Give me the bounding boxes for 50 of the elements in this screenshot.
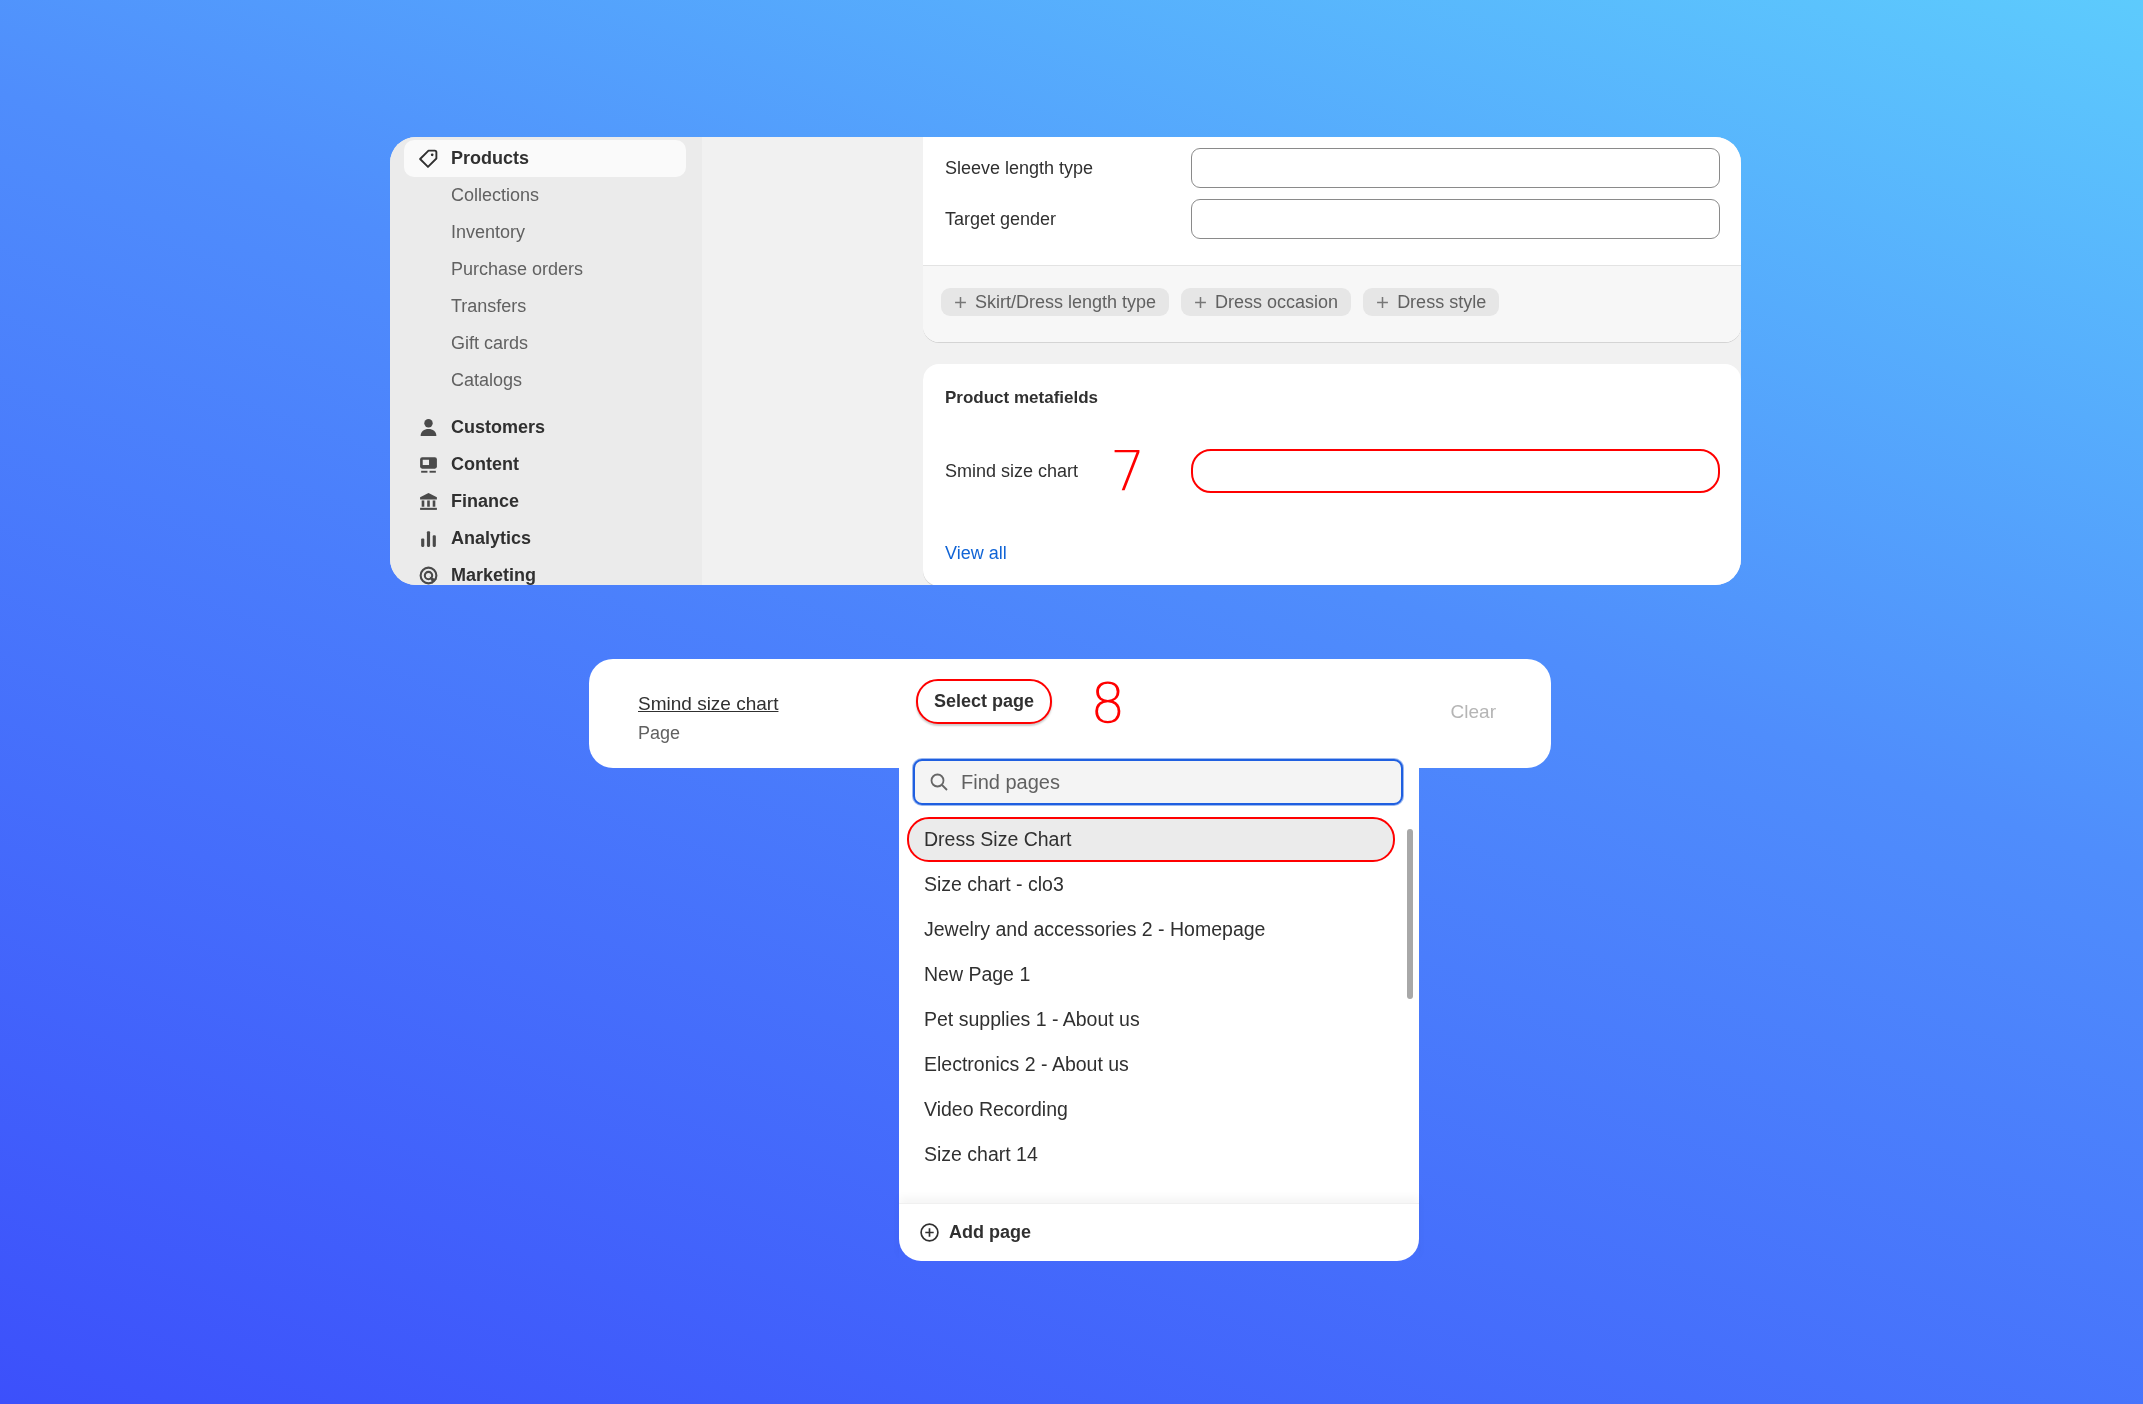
add-attribute-button[interactable]: Dress style	[1363, 288, 1500, 316]
annotation-number: 8	[1090, 675, 1126, 731]
page-option[interactable]: Video Recording	[907, 1087, 1395, 1132]
monitor-icon	[418, 454, 439, 475]
person-icon	[418, 417, 439, 438]
search-icon	[929, 772, 949, 792]
card-title: Product metafields	[945, 388, 1100, 408]
page-option[interactable]: Size chart 14	[907, 1132, 1395, 1177]
nav-item[interactable]: Customers	[404, 409, 686, 446]
metafield-name[interactable]: Smind size chart	[638, 693, 916, 715]
nav-subitem[interactable]: Purchase orders	[390, 251, 702, 288]
nav-item[interactable]: Marketing	[404, 557, 686, 585]
add-attribute-button[interactable]: Skirt/Dress length type	[941, 288, 1170, 316]
field-label: Target gender	[945, 208, 1058, 230]
scrollbar-thumb[interactable]	[1407, 829, 1413, 999]
nav-subitem[interactable]: Inventory	[390, 214, 702, 251]
plus-icon	[954, 295, 967, 309]
nav-subitem[interactable]: Transfers	[390, 288, 702, 325]
nav-item[interactable]: Finance	[404, 483, 686, 520]
bar-chart-icon	[418, 528, 439, 549]
annotation-number: 7	[1110, 443, 1147, 499]
field-label: Smind size chart	[945, 460, 1080, 482]
input-field[interactable]	[1191, 199, 1720, 239]
bank-icon	[418, 491, 439, 512]
metafield-type: Page	[638, 723, 682, 744]
target-icon	[418, 565, 439, 585]
search-field[interactable]: Find pages	[913, 759, 1403, 805]
nav-item[interactable]: Products	[404, 140, 686, 177]
page-option[interactable]: New Page 1	[907, 952, 1395, 997]
tag-icon	[418, 148, 439, 169]
nav-subitem[interactable]: Catalogs	[390, 362, 702, 399]
nav-item[interactable]: Content	[404, 446, 686, 483]
input-field[interactable]	[1191, 449, 1720, 493]
view-all-link[interactable]: View all	[945, 543, 1007, 564]
plus-icon	[1194, 295, 1208, 309]
nav-subitem[interactable]: Collections	[390, 177, 702, 214]
add-attribute-button[interactable]: Dress occasion	[1181, 288, 1352, 316]
page-option[interactable]: Jewelry and accessories 2 - Homepage	[907, 907, 1395, 952]
add-page-button[interactable]: Add page	[919, 1222, 1031, 1243]
page-option[interactable]: Pet supplies 1 - About us	[907, 997, 1395, 1042]
page-option[interactable]: Size chart - clo3	[907, 862, 1395, 907]
plus-icon	[1376, 295, 1390, 309]
nav-item[interactable]: Analytics	[404, 520, 686, 557]
field-label: Sleeve length type	[945, 157, 1095, 179]
nav-subitem[interactable]: Gift cards	[390, 325, 702, 362]
plus-circle-icon	[919, 1222, 940, 1243]
page-option[interactable]: Dress Size Chart	[907, 817, 1395, 862]
select-page-button[interactable]: Select page	[916, 679, 1053, 724]
input-field[interactable]	[1191, 148, 1720, 188]
page-option[interactable]: Electronics 2 - About us	[907, 1042, 1395, 1087]
